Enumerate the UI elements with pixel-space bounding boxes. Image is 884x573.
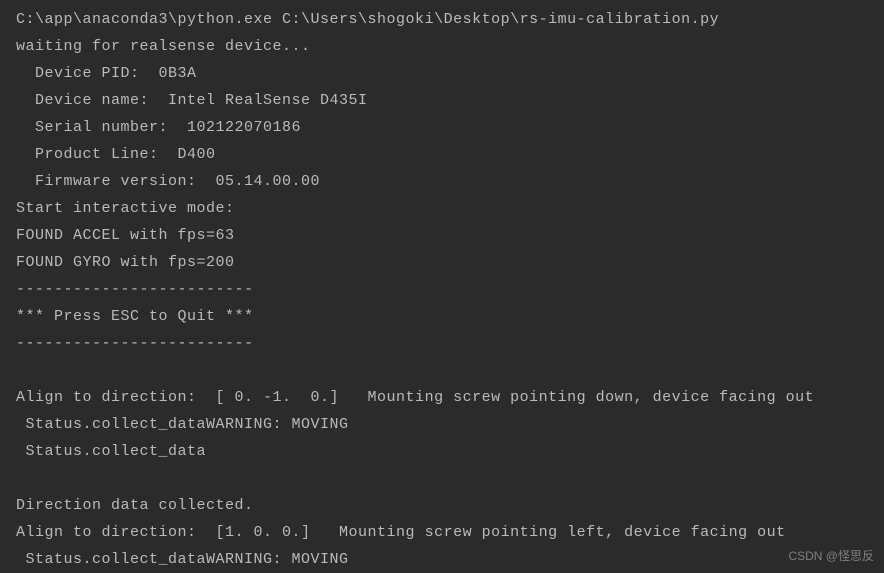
watermark-text: CSDN @怪思反 <box>788 546 874 568</box>
terminal-line: Product Line: D400 <box>16 141 868 168</box>
terminal-line: Device PID: 0B3A <box>16 60 868 87</box>
terminal-line: Status.collect_dataWARNING: MOVING <box>16 411 868 438</box>
terminal-line: FOUND GYRO with fps=200 <box>16 249 868 276</box>
terminal-line: ------------------------- <box>16 276 868 303</box>
terminal-line: *** Press ESC to Quit *** <box>16 303 868 330</box>
terminal-line: Align to direction: [ 0. -1. 0.] Mountin… <box>16 384 868 411</box>
terminal-line: Direction data collected. <box>16 492 868 519</box>
terminal-line: ------------------------- <box>16 330 868 357</box>
terminal-line: Status.collect_data <box>16 438 868 465</box>
terminal-line: Status.collect_dataWARNING: MOVING <box>16 546 868 573</box>
terminal-line: waiting for realsense device... <box>16 33 868 60</box>
terminal-line <box>16 465 868 492</box>
terminal-line: C:\app\anaconda3\python.exe C:\Users\sho… <box>16 6 868 33</box>
terminal-line <box>16 357 868 384</box>
terminal-line: Start interactive mode: <box>16 195 868 222</box>
terminal-line: Firmware version: 05.14.00.00 <box>16 168 868 195</box>
terminal-line: Device name: Intel RealSense D435I <box>16 87 868 114</box>
terminal-output: C:\app\anaconda3\python.exe C:\Users\sho… <box>16 6 868 573</box>
terminal-line: Align to direction: [1. 0. 0.] Mounting … <box>16 519 868 546</box>
terminal-line: FOUND ACCEL with fps=63 <box>16 222 868 249</box>
terminal-line: Serial number: 102122070186 <box>16 114 868 141</box>
